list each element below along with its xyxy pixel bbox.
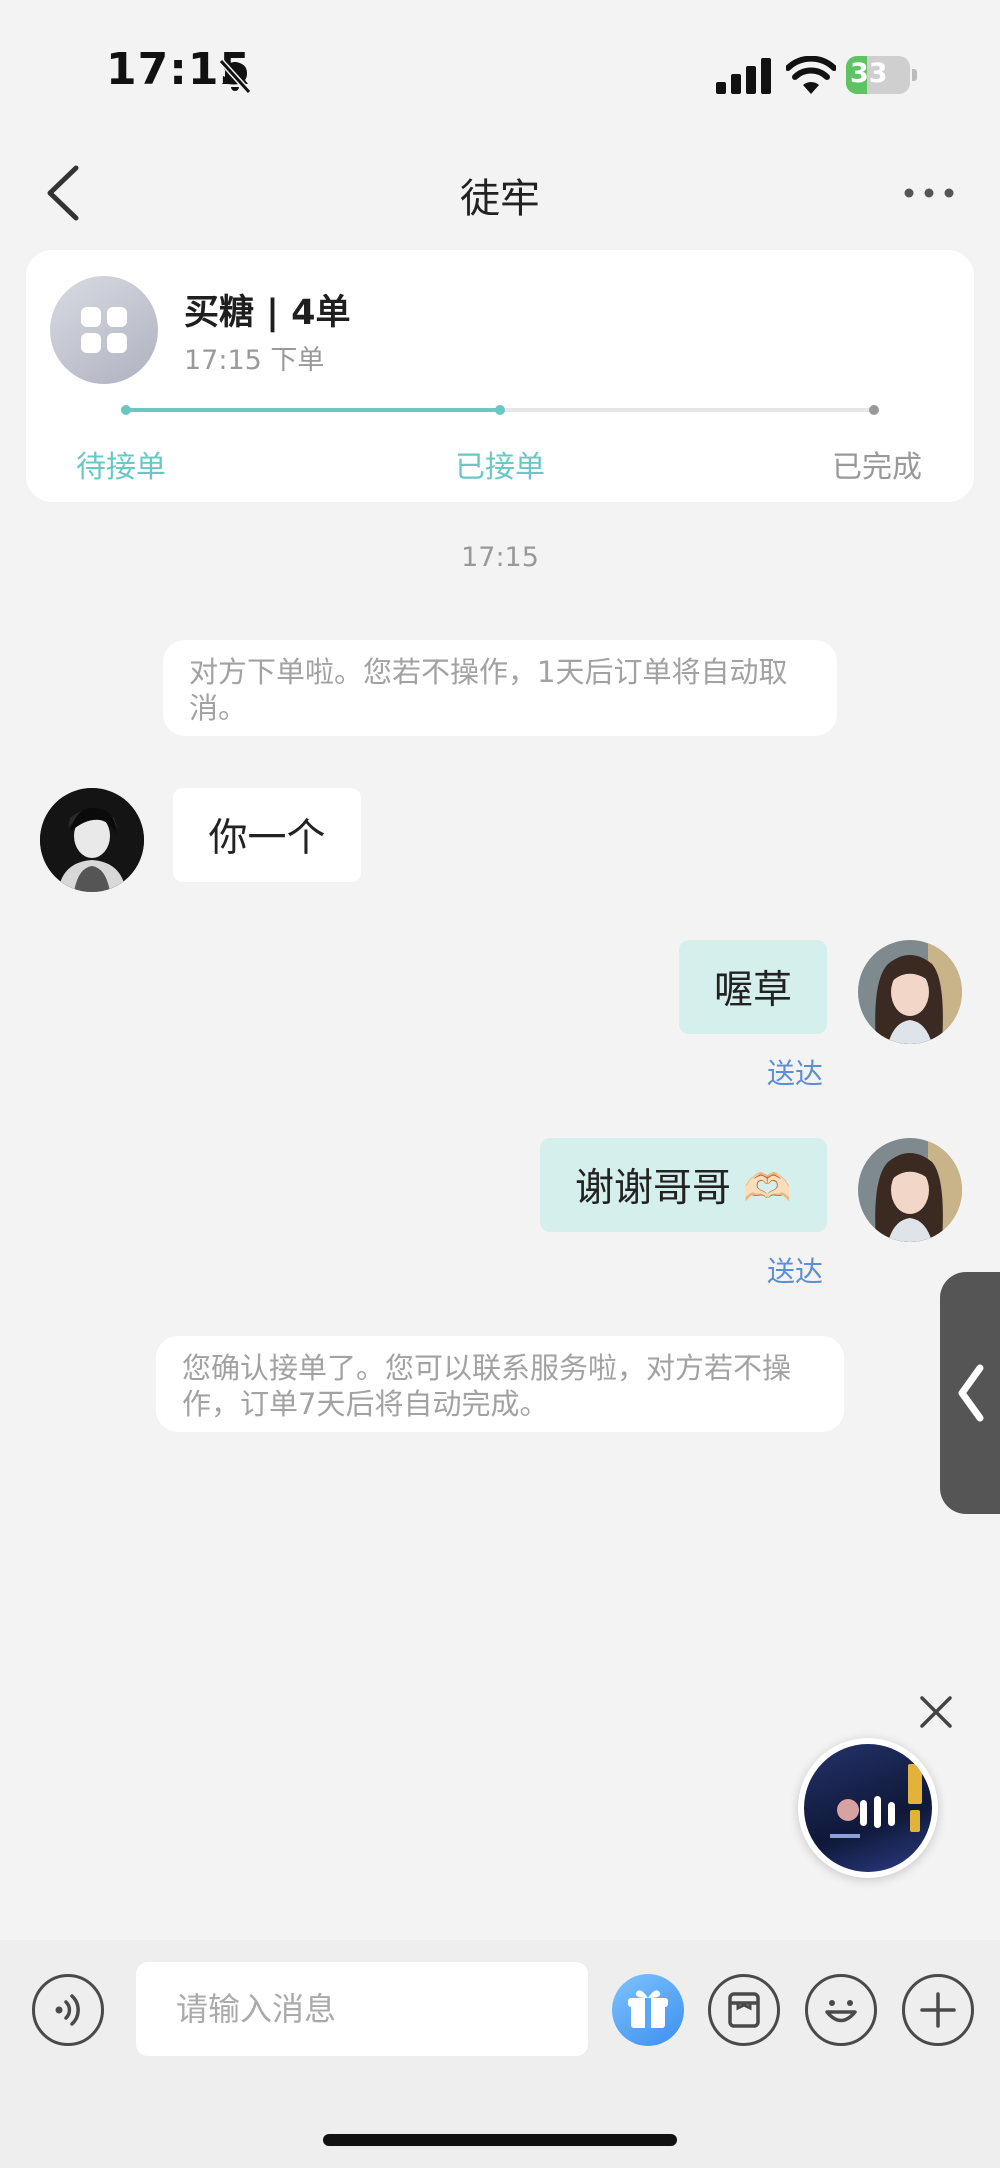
progress-dot-completed: [869, 405, 879, 415]
plus-icon: [920, 1992, 956, 2028]
voice-wave-icon: [55, 1994, 80, 2026]
progress-dot-pending: [121, 405, 131, 415]
page-title: 徒牢: [460, 176, 540, 222]
contact-avatar[interactable]: [40, 788, 144, 892]
system-notice-order-placed: 对方下单啦。您若不操作，1天后订单将自动取消。: [163, 640, 837, 736]
shopping-bag-icon: [728, 1992, 760, 2028]
audio-playing-icon: [830, 1764, 922, 1838]
order-grid-icon: [50, 276, 158, 384]
cellular-signal-icon: [716, 58, 771, 94]
delivery-status: 送达: [767, 1255, 824, 1288]
message-bubble-sent[interactable]: 喔草: [679, 940, 827, 1034]
delivery-status: 送达: [767, 1057, 824, 1090]
progress-track-done: [126, 408, 500, 412]
progress-dot-accepted: [495, 405, 505, 415]
battery-level-text: 33: [850, 58, 888, 89]
step-label-accepted: 已接单: [455, 450, 545, 485]
close-icon[interactable]: [916, 1692, 956, 1732]
gift-button[interactable]: [612, 1974, 684, 2046]
order-time: 17:15 下单: [184, 345, 325, 376]
floating-audio-player[interactable]: [798, 1738, 938, 1878]
message-input-container[interactable]: [136, 1962, 588, 2056]
emoji-icon: [825, 2000, 857, 2023]
home-indicator[interactable]: [323, 2134, 677, 2146]
step-label-completed: 已完成: [832, 450, 922, 485]
gift-icon: [628, 1990, 668, 2028]
message-bubble-received[interactable]: 你一个: [173, 788, 361, 882]
user-avatar[interactable]: [858, 940, 962, 1044]
wifi-icon: [786, 56, 836, 94]
bell-muted-icon: [218, 58, 252, 95]
message-bubble-sent[interactable]: 谢谢哥哥 🫶🏻: [540, 1138, 827, 1232]
chevron-left-icon: [958, 1364, 984, 1422]
order-title: 买糖 | 4单: [184, 293, 351, 333]
message-input[interactable]: [136, 1962, 588, 2056]
chat-timestamp: 17:15: [461, 542, 539, 573]
step-label-pending: 待接单: [76, 450, 166, 485]
more-actions-button[interactable]: [902, 1974, 974, 2046]
system-notice-order-accepted: 您确认接单了。您可以联系服务啦，对方若不操作，订单7天后将自动完成。: [156, 1336, 844, 1432]
emoji-button[interactable]: [805, 1974, 877, 2046]
more-options-button[interactable]: [902, 178, 956, 208]
voice-input-button[interactable]: [32, 1974, 104, 2046]
side-drawer-handle[interactable]: [940, 1272, 1000, 1514]
battery-indicator: 33: [846, 56, 918, 94]
back-button[interactable]: [40, 162, 90, 224]
shop-button[interactable]: [708, 1974, 780, 2046]
user-avatar[interactable]: [858, 1138, 962, 1242]
